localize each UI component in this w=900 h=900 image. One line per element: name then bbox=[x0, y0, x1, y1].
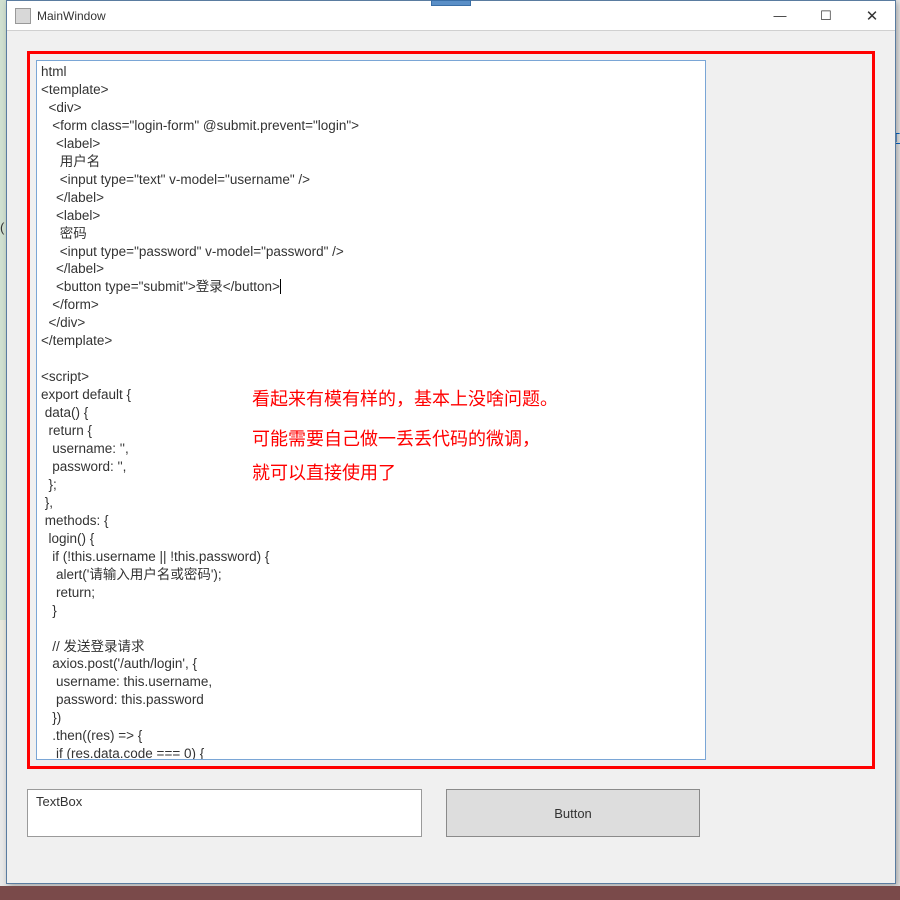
close-button[interactable]: ✕ bbox=[849, 1, 895, 30]
background-char-fragment: ( bbox=[0, 220, 4, 235]
highlight-box: html<template> <div> <form class="login-… bbox=[27, 51, 875, 769]
window-title: MainWindow bbox=[37, 9, 757, 23]
client-area: html<template> <div> <form class="login-… bbox=[7, 31, 895, 883]
input-textbox[interactable] bbox=[27, 789, 422, 837]
bottom-row: Button bbox=[27, 789, 875, 842]
bottom-background-strip bbox=[0, 886, 900, 900]
main-window: MainWindow — ☐ ✕ html<template> <div> <f… bbox=[6, 0, 896, 884]
maximize-button[interactable]: ☐ bbox=[803, 1, 849, 30]
annotation-text-2: 可能需要自己做一丢丢代码的微调，就可以直接使用了 bbox=[252, 422, 540, 490]
minimize-button[interactable]: — bbox=[757, 1, 803, 30]
submit-button[interactable]: Button bbox=[446, 789, 700, 837]
app-icon bbox=[15, 8, 31, 24]
annotation-text-1: 看起来有模有样的，基本上没啥问题。 bbox=[252, 382, 558, 416]
titlebar-accent bbox=[431, 0, 471, 6]
window-controls: — ☐ ✕ bbox=[757, 1, 895, 30]
